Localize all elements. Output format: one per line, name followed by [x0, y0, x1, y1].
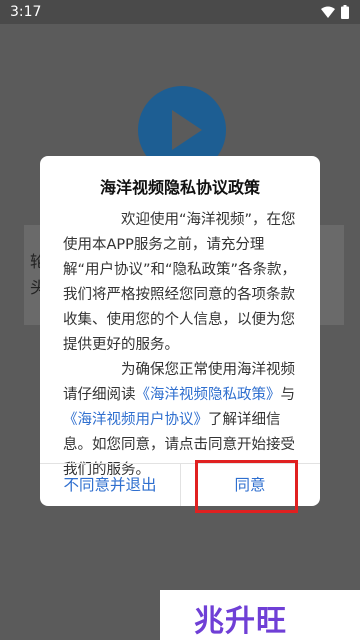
- agree-highlight-box: [195, 460, 298, 513]
- dialog-body: 欢迎使用“海洋视频”，在您使用本APP服务之前，请充分理解“用户协议”和“隐私政…: [63, 208, 299, 483]
- battery-icon: [341, 5, 349, 19]
- privacy-policy-link[interactable]: 《海洋视频隐私政策》: [136, 387, 281, 403]
- connector-text: 与: [280, 387, 296, 403]
- dialog-paragraph: 欢迎使用“海洋视频”，在您使用本APP服务之前，请充分理解“用户协议”和“隐私政…: [63, 208, 299, 358]
- intro-text: 欢迎使用“海洋视频”，在您使用本APP服务之前，请充分理解“用户协议”和“隐私政…: [63, 212, 297, 353]
- privacy-dialog: 海洋视频隐私协议政策 欢迎使用“海洋视频”，在您使用本APP服务之前，请充分理解…: [40, 156, 320, 506]
- watermark-logo: 兆升旺: [194, 604, 287, 639]
- user-agreement-link[interactable]: 《海洋视频用户协议》: [63, 412, 208, 428]
- play-icon: [172, 110, 202, 150]
- wifi-icon: [321, 6, 335, 18]
- decline-exit-button[interactable]: 不同意并退出: [40, 464, 180, 506]
- status-bar: 3:17: [0, 0, 360, 24]
- status-time: 3:17: [10, 4, 42, 20]
- dialog-title: 海洋视频隐私协议政策: [99, 178, 260, 197]
